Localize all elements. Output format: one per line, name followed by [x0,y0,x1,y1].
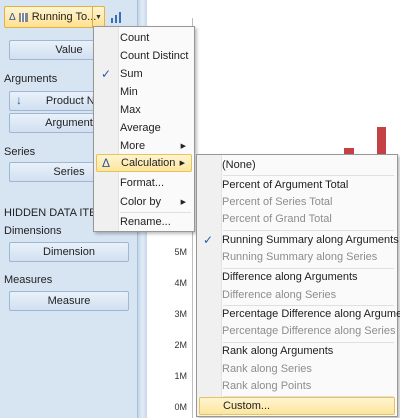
dimensions-header: Dimensions [4,225,62,237]
menu-item-more[interactable]: More ▶ [96,137,192,155]
menu-item-count[interactable]: Count [96,29,192,47]
menu-item-min[interactable]: Min [96,83,192,101]
delta-triangle-icon: Δ [102,156,111,170]
calc-item-percent-of-series-total: Percent of Series Total [199,193,395,211]
measure-context-menu: Count Count Distinct ✓ Sum Min Max Avera… [93,26,195,232]
menu-item-average[interactable]: Average [96,119,192,137]
bar-chart-icon[interactable] [111,11,123,23]
calc-item-difference-along-series: Difference along Series [199,286,395,304]
calc-item-percentage-difference-along-arguments[interactable]: Percentage Difference along Arguments [199,305,400,323]
calc-item-running-summary-along-arguments[interactable]: ✓ Running Summary along Arguments [199,231,399,249]
menu-item-label: Count [120,32,150,44]
calc-item-label: Rank along Series [222,363,312,375]
calc-item-label: Percent of Argument Total [222,179,349,191]
calc-item-label: Rank along Points [222,380,312,392]
calc-item-label: Difference along Arguments [222,271,358,283]
measure-slot[interactable]: Measure [9,291,129,311]
calc-item-label: Percent of Grand Total [222,213,332,225]
y-tick-label: 2M [174,340,187,350]
dimension-slot-label: Dimension [43,246,95,258]
menu-item-count-distinct[interactable]: Count Distinct [96,47,192,65]
chevron-down-icon[interactable]: ▼ [92,7,104,27]
calc-item-label: Difference along Series [222,289,337,301]
calc-item-label: Percentage Difference along Arguments [222,308,400,320]
calc-item-label: Rank along Arguments [222,345,334,357]
calc-item-rank-along-arguments[interactable]: Rank along Arguments [199,342,395,360]
menu-item-label: Calculation [121,157,176,169]
menu-item-label: Format... [120,177,165,189]
menu-item-calculation[interactable]: Δ Calculation ▶ [96,154,192,172]
calc-item-percentage-difference-along-series: Percentage Difference along Series [199,322,395,340]
menu-item-label: Count Distinct [120,50,189,62]
y-tick-label: 0M [174,402,187,412]
value-slot-label: Value [55,44,83,56]
menu-item-label: Rename... [120,216,171,228]
series-header: Series [4,146,36,158]
arguments-header: Arguments [4,73,58,85]
measure-item-label: Running To... [31,11,97,23]
grid-icon [18,12,28,22]
menu-item-label: Color by [120,196,161,208]
calc-item-rank-along-points: Rank along Points [199,377,395,395]
calc-item-rank-along-series: Rank along Series [199,360,395,378]
y-tick-label: 3M [174,309,187,319]
calc-item-none[interactable]: (None) [199,156,395,174]
check-icon: ✓ [101,67,112,81]
submenu-arrow-icon: ▶ [180,143,186,150]
y-tick-label: 1M [174,371,187,381]
measure-item-running-total[interactable]: Δ Running To... ▼ [4,6,105,28]
calc-item-percent-of-grand-total: Percent of Grand Total [199,210,395,228]
measure-slot-label: Measure [47,295,91,307]
menu-item-label: Average [120,122,161,134]
series-slot-label: Series [53,166,85,178]
calc-item-label: Percent of Series Total [222,196,333,208]
menu-item-label: Sum [120,68,143,80]
calc-item-difference-along-arguments[interactable]: Difference along Arguments [199,268,395,286]
chart-bar [377,127,386,157]
submenu-arrow-icon: ▶ [179,160,185,167]
calc-item-label: Running Summary along Series [222,251,378,263]
menu-item-label: More [120,140,146,152]
calc-item-percent-of-argument-total[interactable]: Percent of Argument Total [199,176,395,194]
delta-triangle-icon: Δ [9,11,16,23]
measures-header: Measures [4,274,53,286]
menu-item-label: Min [120,86,138,98]
check-icon: ✓ [203,233,214,247]
calc-item-running-summary-along-series: Running Summary along Series [199,248,395,266]
calc-item-label: (None) [222,159,256,171]
argument-slot-label: Argument [45,117,93,129]
menu-item-rename[interactable]: Rename... [96,213,192,231]
menu-item-format[interactable]: Format... [96,174,192,192]
calc-item-label: Custom... [223,400,271,412]
menu-item-color-by[interactable]: Color by ▶ [96,193,192,211]
sort-down-arrow-icon[interactable]: ↓ [16,93,22,107]
dimension-slot[interactable]: Dimension [9,242,129,262]
calculation-submenu: (None) Percent of Argument Total Percent… [196,154,400,417]
y-tick-label: 4M [174,278,187,288]
calc-item-label: Percentage Difference along Series [222,325,396,337]
menu-item-sum[interactable]: ✓ Sum [96,65,192,83]
calc-item-custom[interactable]: Custom... [199,397,395,415]
menu-item-label: Max [120,104,141,116]
menu-item-max[interactable]: Max [96,101,192,119]
submenu-arrow-icon: ▶ [180,199,186,206]
calc-item-label: Running Summary along Arguments [222,234,399,246]
y-tick-label: 5M [174,247,187,257]
